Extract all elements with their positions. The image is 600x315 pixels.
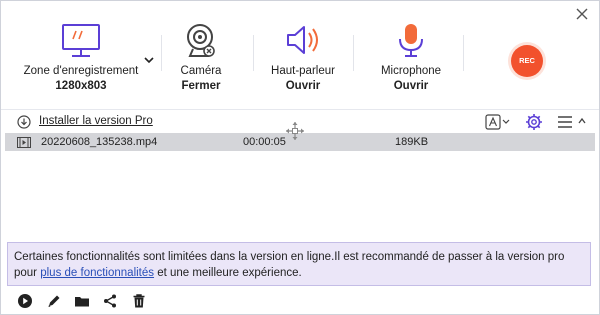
separator bbox=[353, 35, 354, 71]
video-file-icon bbox=[17, 137, 31, 148]
download-icon[interactable] bbox=[17, 115, 31, 129]
trash-icon[interactable] bbox=[131, 293, 147, 309]
edit-icon[interactable] bbox=[46, 293, 62, 309]
recorder-window: Zone d'enregistrement 1280x803 Caméra Fe… bbox=[0, 0, 600, 315]
tool-camera[interactable]: Caméra Fermer bbox=[161, 21, 241, 92]
tool-microphone[interactable]: Microphone Ouvrir bbox=[371, 21, 451, 92]
separator bbox=[253, 35, 254, 71]
file-duration: 00:00:05 bbox=[243, 136, 286, 148]
bottom-toolbar bbox=[1, 290, 599, 312]
speaker-icon bbox=[287, 26, 318, 54]
tool-record-area[interactable]: Zone d'enregistrement 1280x803 bbox=[21, 21, 141, 92]
file-size: 189KB bbox=[395, 136, 429, 148]
move-icon bbox=[286, 122, 304, 140]
rec-button[interactable]: REC bbox=[511, 45, 543, 77]
tool-label: Microphone bbox=[380, 65, 442, 77]
more-features-link[interactable]: plus de fonctionnalités bbox=[40, 267, 154, 279]
separator bbox=[463, 35, 464, 71]
tool-label: Caméra bbox=[180, 65, 222, 77]
tool-speaker[interactable]: Haut-parleur Ouvrir bbox=[263, 21, 343, 92]
play-icon[interactable] bbox=[17, 293, 33, 309]
text-format-icon[interactable] bbox=[485, 114, 511, 130]
menu-icon[interactable] bbox=[557, 115, 573, 129]
tool-label: Haut-parleur bbox=[271, 65, 335, 77]
recordings-list: 20220608_135238.mp4 00:00:05 189KB bbox=[5, 133, 595, 241]
tool-value: Fermer bbox=[181, 80, 221, 92]
tool-value: Ouvrir bbox=[285, 80, 321, 92]
file-name: 20220608_135238.mp4 bbox=[41, 136, 158, 148]
webcam-icon bbox=[187, 24, 215, 57]
gear-icon[interactable] bbox=[525, 113, 543, 131]
share-icon[interactable] bbox=[102, 293, 118, 309]
tool-value: 1280x803 bbox=[55, 80, 107, 92]
folder-icon[interactable] bbox=[74, 293, 90, 309]
microphone-icon bbox=[399, 24, 423, 57]
chevron-up-icon[interactable] bbox=[577, 116, 587, 126]
chevron-down-icon[interactable] bbox=[143, 55, 155, 65]
toolbar: Zone d'enregistrement 1280x803 Caméra Fe… bbox=[1, 1, 599, 107]
upgrade-banner: Certaines fonctionnalités sont limitées … bbox=[7, 242, 591, 286]
tool-label: Zone d'enregistrement bbox=[23, 65, 139, 77]
banner-text-end: et une meilleure expérience. bbox=[154, 267, 302, 279]
tool-value: Ouvrir bbox=[393, 80, 429, 92]
install-pro-link[interactable]: Installer la version Pro bbox=[39, 115, 153, 127]
monitor-icon bbox=[62, 24, 100, 57]
